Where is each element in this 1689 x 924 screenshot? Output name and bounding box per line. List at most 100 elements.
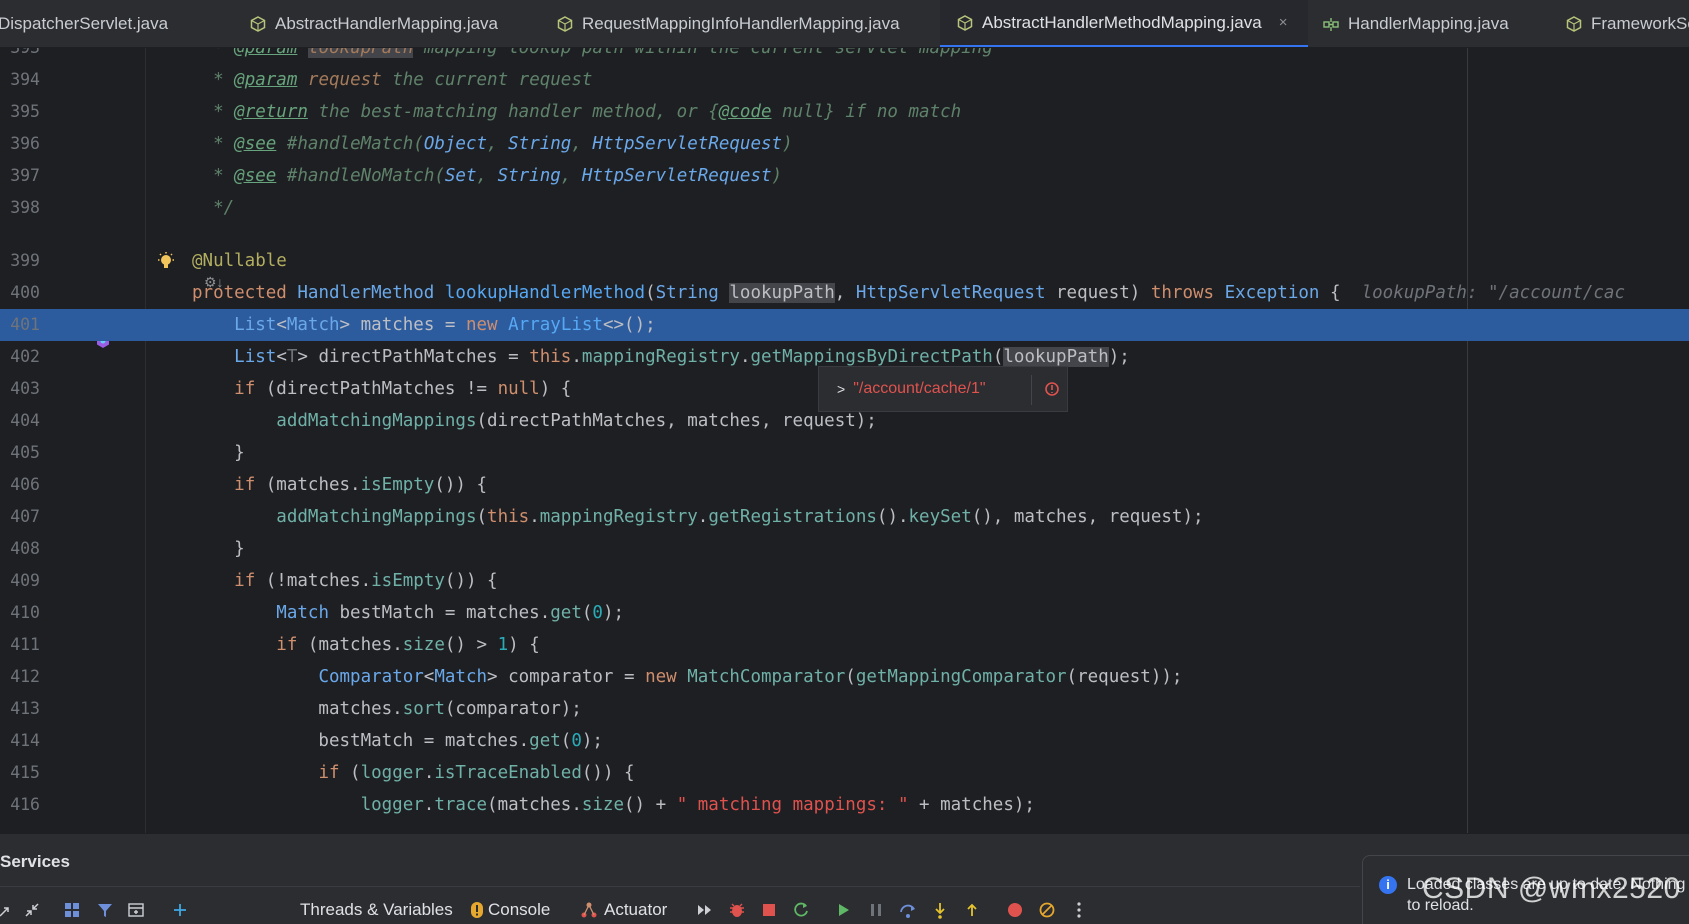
view-breakpoints-icon[interactable] <box>1005 900 1025 920</box>
line-code: bestMatch = matches.get(0); <box>192 731 603 751</box>
class-icon <box>957 14 973 31</box>
line-code: * @return the best-matching handler meth… <box>213 102 962 122</box>
line-number: 414 <box>10 731 40 750</box>
code-line[interactable]: 398 */ <box>0 192 1689 224</box>
code-line[interactable]: 399 @Nullable <box>0 245 1689 277</box>
tab-frameworkservlet[interactable]: FrameworkSe <box>1566 0 1689 47</box>
code-line[interactable]: 411 if (matches.size() > 1) { <box>0 629 1689 661</box>
tab-threads-variables[interactable]: Threads & Variables <box>300 898 453 922</box>
code-line[interactable]: 409 if (!matches.isEmpty()) { <box>0 565 1689 597</box>
tab-label: RequestMappingInfoHandlerMapping.java <box>582 14 900 33</box>
code-line[interactable]: 400 protected HandlerMethod lookupHandler… <box>0 277 1689 309</box>
code-line[interactable]: 397 * @see #handleNoMatch(Set, String, H… <box>0 160 1689 192</box>
line-number: 416 <box>10 795 40 814</box>
code-line[interactable]: 405 } <box>0 437 1689 469</box>
code-line-execution-point[interactable]: 401 List<Match> matches = new ArrayList<… <box>0 309 1689 341</box>
tab-label: FrameworkSe <box>1591 14 1689 33</box>
line-number: 406 <box>10 475 40 494</box>
collapse-icon[interactable] <box>22 900 42 920</box>
pause-icon[interactable] <box>866 900 886 920</box>
group-by-icon[interactable] <box>62 900 82 920</box>
code-line[interactable]: 407 addMatchingMappings(this.mappingRegi… <box>0 501 1689 533</box>
rerun-icon[interactable] <box>791 900 811 920</box>
line-code: matches.sort(comparator); <box>192 699 582 719</box>
mute-breakpoints-icon[interactable] <box>1037 900 1057 920</box>
code-line[interactable]: 414 bestMatch = matches.get(0); <box>0 725 1689 757</box>
line-code: logger.trace(matches.size() + " matching… <box>360 795 1035 815</box>
line-number: 403 <box>10 379 40 398</box>
code-line[interactable]: 396 * @see #handleMatch(Object, String, … <box>0 128 1689 160</box>
code-editor[interactable]: 393 * @param lookupPath mapping lookup p… <box>0 48 1689 833</box>
tab-label: Threads & Variables <box>300 900 453 919</box>
line-code: * @param request the current request <box>213 70 593 90</box>
stop-icon[interactable] <box>759 900 779 920</box>
line-code: * @see #handleNoMatch(Set, String, HttpS… <box>213 166 783 186</box>
popup-divider <box>1031 375 1032 405</box>
code-line[interactable]: 415 if (logger.isTraceEnabled()) { <box>0 757 1689 789</box>
line-number: 401 <box>10 315 40 334</box>
code-line[interactable]: 406 if (matches.isEmpty()) { <box>0 469 1689 501</box>
line-number: 395 <box>10 102 40 121</box>
tab-label: AbstractHandlerMapping.java <box>275 14 499 33</box>
warning-icon <box>471 902 483 918</box>
panel-divider <box>0 886 1360 887</box>
debug-value-popup[interactable]: > "/account/cache/1" <box>818 366 1068 412</box>
step-into-icon[interactable] <box>930 900 950 920</box>
tab-handlermapping[interactable]: HandlerMapping.java <box>1323 0 1523 47</box>
expand-icon[interactable] <box>0 900 16 920</box>
more-options-icon[interactable] <box>1069 900 1089 920</box>
line-number: 408 <box>10 539 40 558</box>
code-line[interactable]: 395 * @return the best-matching handler … <box>0 96 1689 128</box>
interface-icon <box>1323 18 1339 31</box>
filter-icon[interactable] <box>95 900 115 920</box>
code-line[interactable]: 413 matches.sort(comparator); <box>0 693 1689 725</box>
step-over-icon[interactable] <box>898 900 918 920</box>
more-tabs-icon[interactable] <box>695 900 715 920</box>
line-number: 398 <box>10 198 40 217</box>
code-line[interactable]: 410 Match bestMatch = matches.get(0); <box>0 597 1689 629</box>
tab-console[interactable]: Console <box>470 898 550 922</box>
line-number: 393 <box>0 48 40 64</box>
line-code: } <box>192 539 245 559</box>
line-number: 404 <box>10 411 40 430</box>
line-code: } <box>192 443 245 463</box>
line-code: if (logger.isTraceEnabled()) { <box>318 763 635 783</box>
tab-abstracthandlermethodmapping[interactable]: AbstractHandlerMethodMapping.java × <box>940 0 1308 47</box>
line-number: 411 <box>10 635 40 654</box>
resume-icon[interactable] <box>834 900 854 920</box>
line-number: 400 <box>10 283 40 302</box>
line-number: 410 <box>10 603 40 622</box>
debug-bug-icon[interactable] <box>727 900 747 920</box>
close-icon[interactable]: × <box>1279 14 1288 31</box>
pin-watch-icon[interactable] <box>1043 380 1061 398</box>
expand-arrow-icon[interactable]: > <box>837 381 845 397</box>
actuator-icon <box>581 902 597 918</box>
tab-label: DispatcherServlet.java <box>0 14 169 33</box>
line-code: addMatchingMappings(this.mappingRegistry… <box>276 507 1204 527</box>
line-code: addMatchingMappings(directPathMatches, m… <box>276 411 877 431</box>
code-line[interactable]: 416 logger.trace(matches.size() + " matc… <box>0 789 1689 821</box>
line-code: if (matches.isEmpty()) { <box>234 475 488 495</box>
line-number: 415 <box>10 763 40 782</box>
step-out-icon[interactable] <box>962 900 982 920</box>
tab-actuator[interactable]: Actuator <box>580 898 667 922</box>
code-line[interactable]: 394 * @param request the current request <box>0 64 1689 96</box>
line-code: if (directPathMatches != null) { <box>234 379 572 399</box>
tab-label: Actuator <box>604 900 668 919</box>
line-number: 405 <box>10 443 40 462</box>
code-line[interactable]: 408 } <box>0 533 1689 565</box>
code-line[interactable]: 393 * @param lookupPath mapping lookup p… <box>0 48 1689 64</box>
popup-value: "/account/cache/1" <box>853 380 986 397</box>
tab-dispatcherservlet[interactable]: DispatcherServlet.java <box>0 0 234 47</box>
info-icon: i <box>1379 876 1397 894</box>
add-icon[interactable] <box>170 900 190 920</box>
line-code: @Nullable <box>192 251 287 271</box>
tab-label: HandlerMapping.java <box>1348 14 1509 33</box>
new-tab-icon[interactable] <box>126 900 146 920</box>
code-line[interactable]: 412 Comparator<Match> comparator = new M… <box>0 661 1689 693</box>
tab-requestmappinginfohandlermapping[interactable]: RequestMappingInfoHandlerMapping.java <box>557 0 937 47</box>
line-code: Comparator<Match> comparator = new Match… <box>318 667 1183 687</box>
tab-abstracthandlermapping[interactable]: AbstractHandlerMapping.java <box>250 0 550 47</box>
line-code: * @see #handleMatch(Object, String, Http… <box>213 134 793 154</box>
line-code: List<Match> matches = new ArrayList<>(); <box>234 315 656 335</box>
